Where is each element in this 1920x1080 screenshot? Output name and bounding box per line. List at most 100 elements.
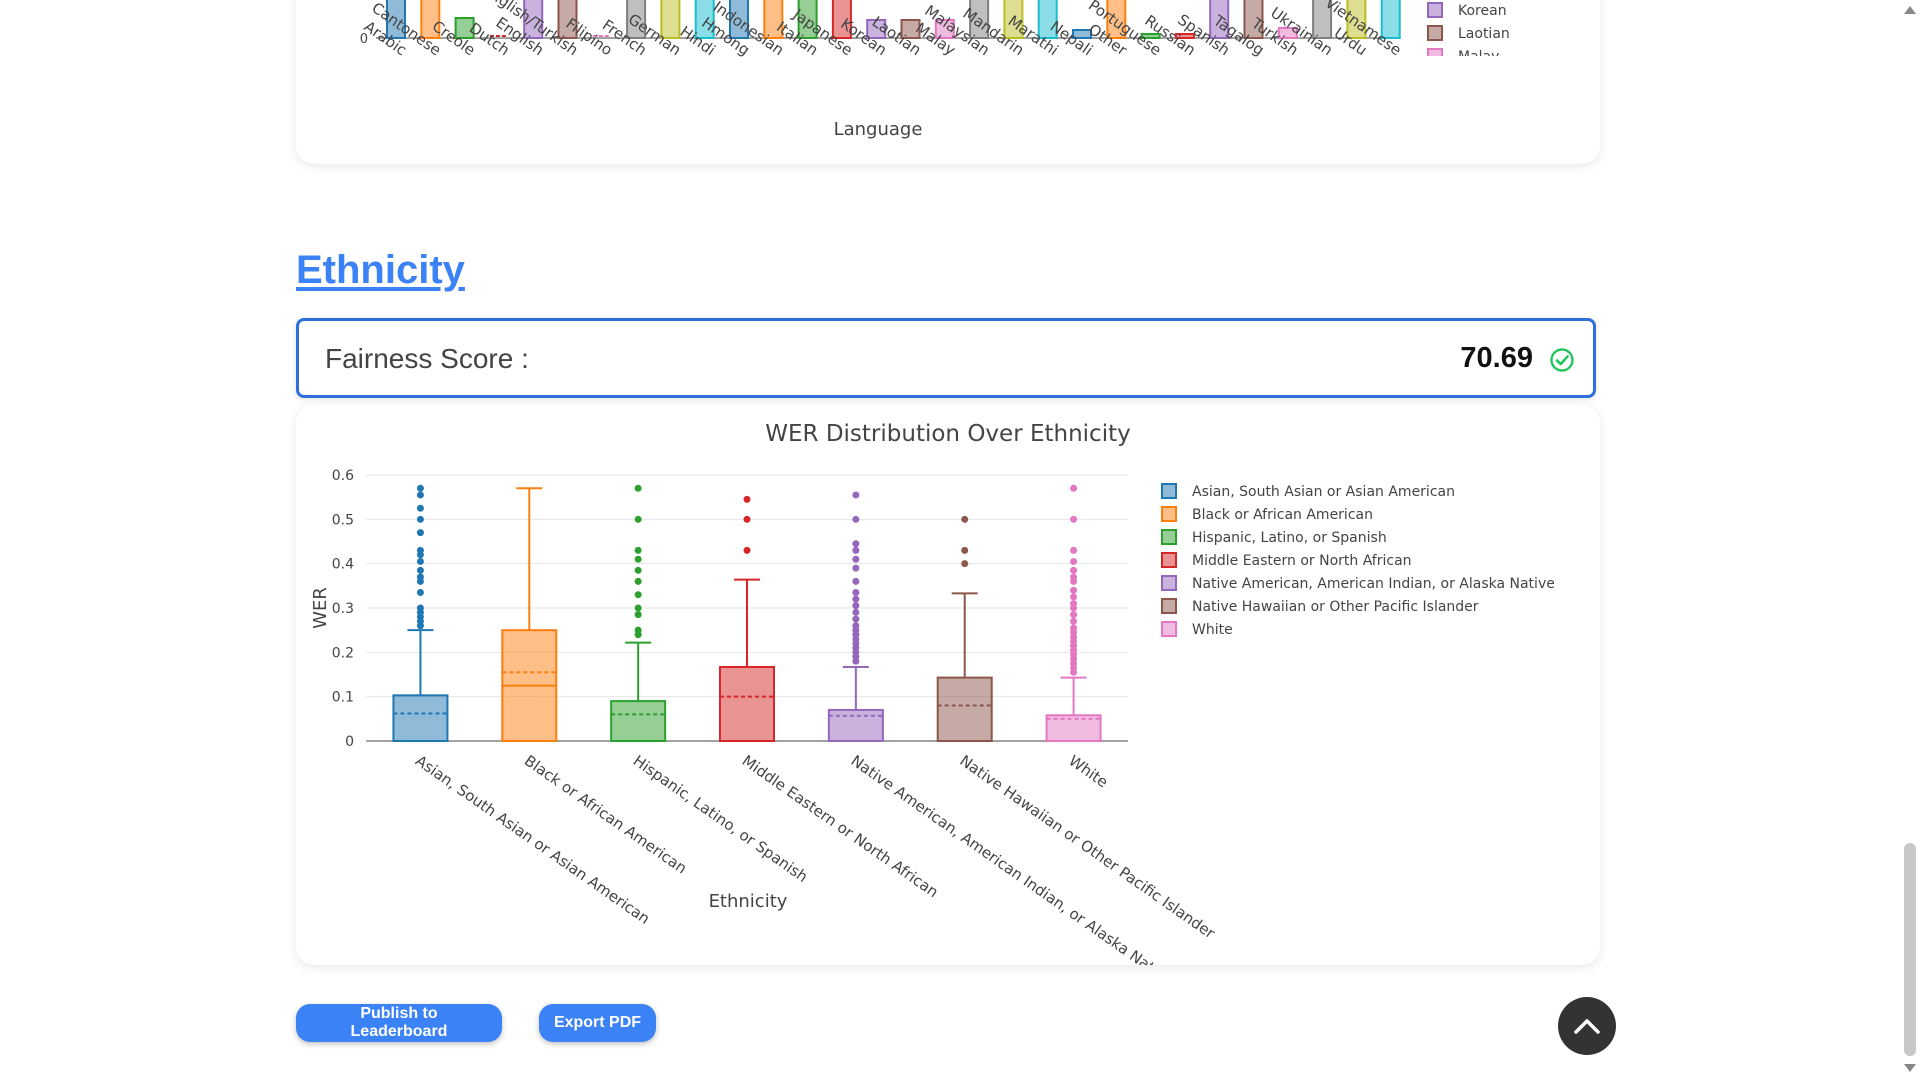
y-tick-label-4: 0.4 [332,557,354,573]
fairness-score-panel: Fairness Score : 70.69 [296,318,1596,398]
legend-label-0: Asian, South Asian or Asian American [1192,484,1455,500]
outlier-0-4 [416,529,424,537]
outlier-3-2 [743,546,751,554]
x-tick-label-2: Hispanic, Latino, or Spanish [630,752,811,886]
box-2 [610,700,667,743]
outlier-4-7 [852,588,860,596]
outlier-4-2 [852,540,860,548]
outlier-3-1 [743,515,751,523]
outlier-6-7 [1070,586,1078,594]
outlier-0-0 [416,484,424,492]
ethnicity-wer-chart: WER Distribution Over Ethnicity 0 0.1 0.2 0.… [310,421,1555,989]
legend-label-3: Middle Eastern or North African [1192,553,1412,569]
x-tick-label-6: White [1065,752,1111,792]
legend-label-2: Hispanic, Latino, or Spanish [1192,530,1387,546]
legend-swatch-6 [1161,621,1177,637]
legend-swatch-3 [1161,552,1177,568]
scroll-up-arrow-icon[interactable] [1904,6,1916,14]
scroll-thumb[interactable] [1904,843,1916,1056]
y-tick-label-2: 0.2 [332,645,354,661]
legend-label-4: Native American, American Indian, or Ala… [1192,576,1555,592]
outlier-2-8 [634,611,642,619]
ethnicity-chart-card: WER Distribution Over Ethnicity 0 0.1 0.2 0.… [296,405,1600,989]
outlier-0-16 [416,622,424,630]
outlier-6-10 [1070,604,1078,612]
x-tick-label-0: Asian, South Asian or Asian American [412,752,653,928]
outlier-6-0 [1070,484,1078,492]
lang-legend-label-1: Laotian [1458,26,1510,42]
outlier-4-11 [852,615,860,623]
outlier-0-6 [416,551,424,559]
box-4 [827,708,884,743]
outlier-5-2 [961,560,969,568]
outlier-2-4 [634,566,642,574]
legend-swatch-1 [1161,506,1177,522]
y-tick-label-0: 0 [345,734,354,750]
page-scrollbar[interactable] [1900,0,1920,1080]
outlier-0-10 [416,577,424,585]
outlier-0-3 [416,515,424,523]
lang-legend-label-0: Korean [1458,3,1507,19]
outlier-4-0 [852,491,860,499]
outlier-6-4 [1070,566,1078,574]
outlier-0-2 [416,504,424,512]
legend-swatch-5 [1161,598,1177,614]
box-0 [392,694,449,743]
outlier-4-4 [852,555,860,563]
section-title-ethnicity[interactable]: Ethnicity [296,248,465,293]
outlier-6-1 [1070,515,1078,523]
legend-label-1: Black or African American [1192,507,1373,523]
outlier-5-0 [961,515,969,523]
lang-legend-clip [1416,56,1600,86]
outlier-0-7 [416,557,424,565]
lang-legend-swatch-0 [1427,2,1443,18]
chart-title: WER Distribution Over Ethnicity [765,421,1130,447]
y-tick-label-6: 0.6 [332,468,354,484]
outlier-0-8 [416,566,424,574]
outlier-6-11 [1070,611,1078,619]
y-tick-label-3: 0.3 [332,601,354,617]
outlier-2-3 [634,555,642,563]
outlier-2-2 [634,546,642,554]
outlier-4-5 [852,564,860,572]
lang-legend-swatch-1 [1427,25,1443,41]
outlier-0-1 [416,491,424,499]
outlier-6-6 [1070,577,1078,585]
outlier-0-11 [416,588,424,596]
box-5 [936,676,993,742]
check-circle-icon [1550,348,1574,372]
outlier-4-20 [852,657,860,665]
outlier-6-12 [1070,617,1078,625]
fairness-score-label: Fairness Score : [325,343,529,374]
outlier-6-3 [1070,557,1078,565]
outlier-3-0 [743,495,751,503]
y-tick-label-1: 0.1 [332,690,354,706]
outlier-6-23 [1070,668,1078,676]
outlier-4-10 [852,608,860,616]
legend-swatch-2 [1161,529,1177,545]
outlier-2-6 [634,591,642,599]
box-3 [719,665,775,743]
publish-leaderboard-button[interactable]: Publish to Leaderboard [296,1004,502,1042]
outlier-2-10 [634,631,642,639]
outlier-2-0 [634,484,642,492]
scroll-down-arrow-icon[interactable] [1904,1064,1916,1072]
x-tick-label-3: Middle Eastern or North African [739,752,942,902]
export-pdf-button[interactable]: Export PDF [539,1004,656,1042]
language-chart-card: 0 Arabic Cantonese Creole Dutch English Englis… [296,0,1600,164]
outlier-6-8 [1070,593,1078,601]
outlier-4-1 [852,515,860,523]
language-chart: 0ArabicCantoneseCreoleDutchEnglishEnglis… [360,0,1600,140]
x-axis-label: Ethnicity [709,891,788,912]
scroll-top-button[interactable] [1558,997,1616,1055]
outlier-4-9 [852,602,860,610]
outlier-2-7 [634,604,642,612]
lang-xlabel: Language [834,119,923,140]
outlier-4-8 [852,595,860,603]
outlier-6-2 [1070,546,1078,554]
legend-swatch-4 [1161,575,1177,591]
fairness-score-value: 70.69 [1460,342,1533,374]
outlier-2-1 [634,515,642,523]
outlier-5-1 [961,546,969,554]
legend-swatch-0 [1161,483,1177,499]
